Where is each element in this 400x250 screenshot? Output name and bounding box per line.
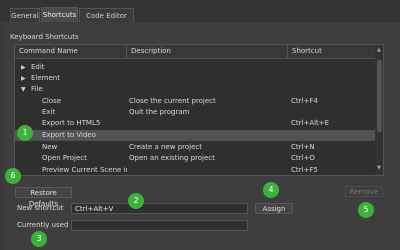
command-shortcut [288, 107, 376, 118]
expand-arrow-icon[interactable]: ▶ [21, 73, 26, 84]
remove-button[interactable]: Remove [345, 186, 383, 197]
callout-badge-2: 2 [128, 193, 144, 209]
currently-used-by-label: Currently used by [17, 221, 80, 229]
command-description [127, 118, 287, 129]
command-name: File [31, 85, 43, 93]
table-row-selected[interactable]: Export to Video [15, 130, 375, 141]
column-header-command-name[interactable]: Command Name [15, 45, 127, 58]
callout-badge-3: 3 [31, 231, 47, 247]
command-description: Close the current project [129, 97, 216, 105]
command-shortcut: Ctrl+N [291, 143, 315, 151]
restore-defaults-button[interactable]: Restore Defaults [15, 187, 72, 208]
table-row[interactable]: ▼ File [15, 84, 375, 95]
command-name: Edit [31, 63, 45, 71]
table-row[interactable]: Close Close the current project Ctrl+F4 [15, 96, 375, 107]
command-shortcut: Ctrl+F5 [291, 166, 318, 174]
command-description [127, 130, 287, 141]
command-shortcut [288, 130, 376, 141]
tab-shortcuts[interactable]: Shortcuts [41, 7, 78, 22]
table-row[interactable]: Open Project Open an existing project Ct… [15, 153, 375, 164]
column-header-shortcut[interactable]: Shortcut [288, 45, 375, 58]
assign-button[interactable]: Assign [255, 203, 293, 214]
command-description: Open an existing project [129, 154, 215, 162]
command-description: Quit the program [129, 108, 190, 116]
command-description [127, 165, 287, 175]
callout-badge-1: 1 [17, 125, 33, 141]
command-shortcut: Ctrl+Alt+E [291, 119, 330, 127]
table-row[interactable]: New Create a new project Ctrl+N [15, 142, 375, 153]
scroll-down-icon[interactable]: ▼ [377, 165, 381, 171]
tab-bar: General Shortcuts Code Editor [0, 0, 400, 22]
scrollbar-thumb[interactable] [377, 60, 382, 132]
new-shortcut-label: New shortcut [17, 204, 64, 212]
command-name: Preview Current Scene in B... [42, 166, 127, 174]
table-row[interactable]: ▶ Edit [15, 62, 375, 73]
command-shortcut: Ctrl+O [291, 154, 315, 162]
tab-code-editor[interactable]: Code Editor [79, 8, 134, 22]
table-row[interactable]: ▶ Element [15, 73, 375, 84]
collapse-arrow-icon[interactable]: ▼ [21, 84, 26, 95]
callout-badge-5: 5 [358, 202, 374, 218]
table-row[interactable]: Exit Quit the program [15, 107, 375, 118]
scroll-up-icon[interactable]: ▲ [377, 47, 381, 53]
section-title: Keyboard Shortcuts [10, 33, 79, 41]
table-row[interactable]: Preview Current Scene in B... Ctrl+F5 [15, 165, 375, 175]
command-description: Create a new project [129, 143, 202, 151]
callout-badge-6: 6 [5, 168, 21, 184]
new-shortcut-input[interactable]: Ctrl+Alt+V [71, 203, 248, 214]
tab-general[interactable]: General [10, 8, 40, 22]
expand-arrow-icon[interactable]: ▶ [21, 62, 26, 73]
currently-used-by-field [71, 220, 248, 231]
table-header: Command Name Description Shortcut [15, 45, 375, 59]
column-header-description[interactable]: Description [127, 45, 288, 58]
shortcuts-table: Command Name Description Shortcut ▶ Edit… [14, 44, 384, 176]
callout-badge-4: 4 [263, 182, 279, 198]
command-shortcut: Ctrl+F4 [291, 97, 318, 105]
command-name: Element [31, 74, 60, 82]
table-row[interactable]: Export to HTML5 Ctrl+Alt+E [15, 118, 375, 129]
